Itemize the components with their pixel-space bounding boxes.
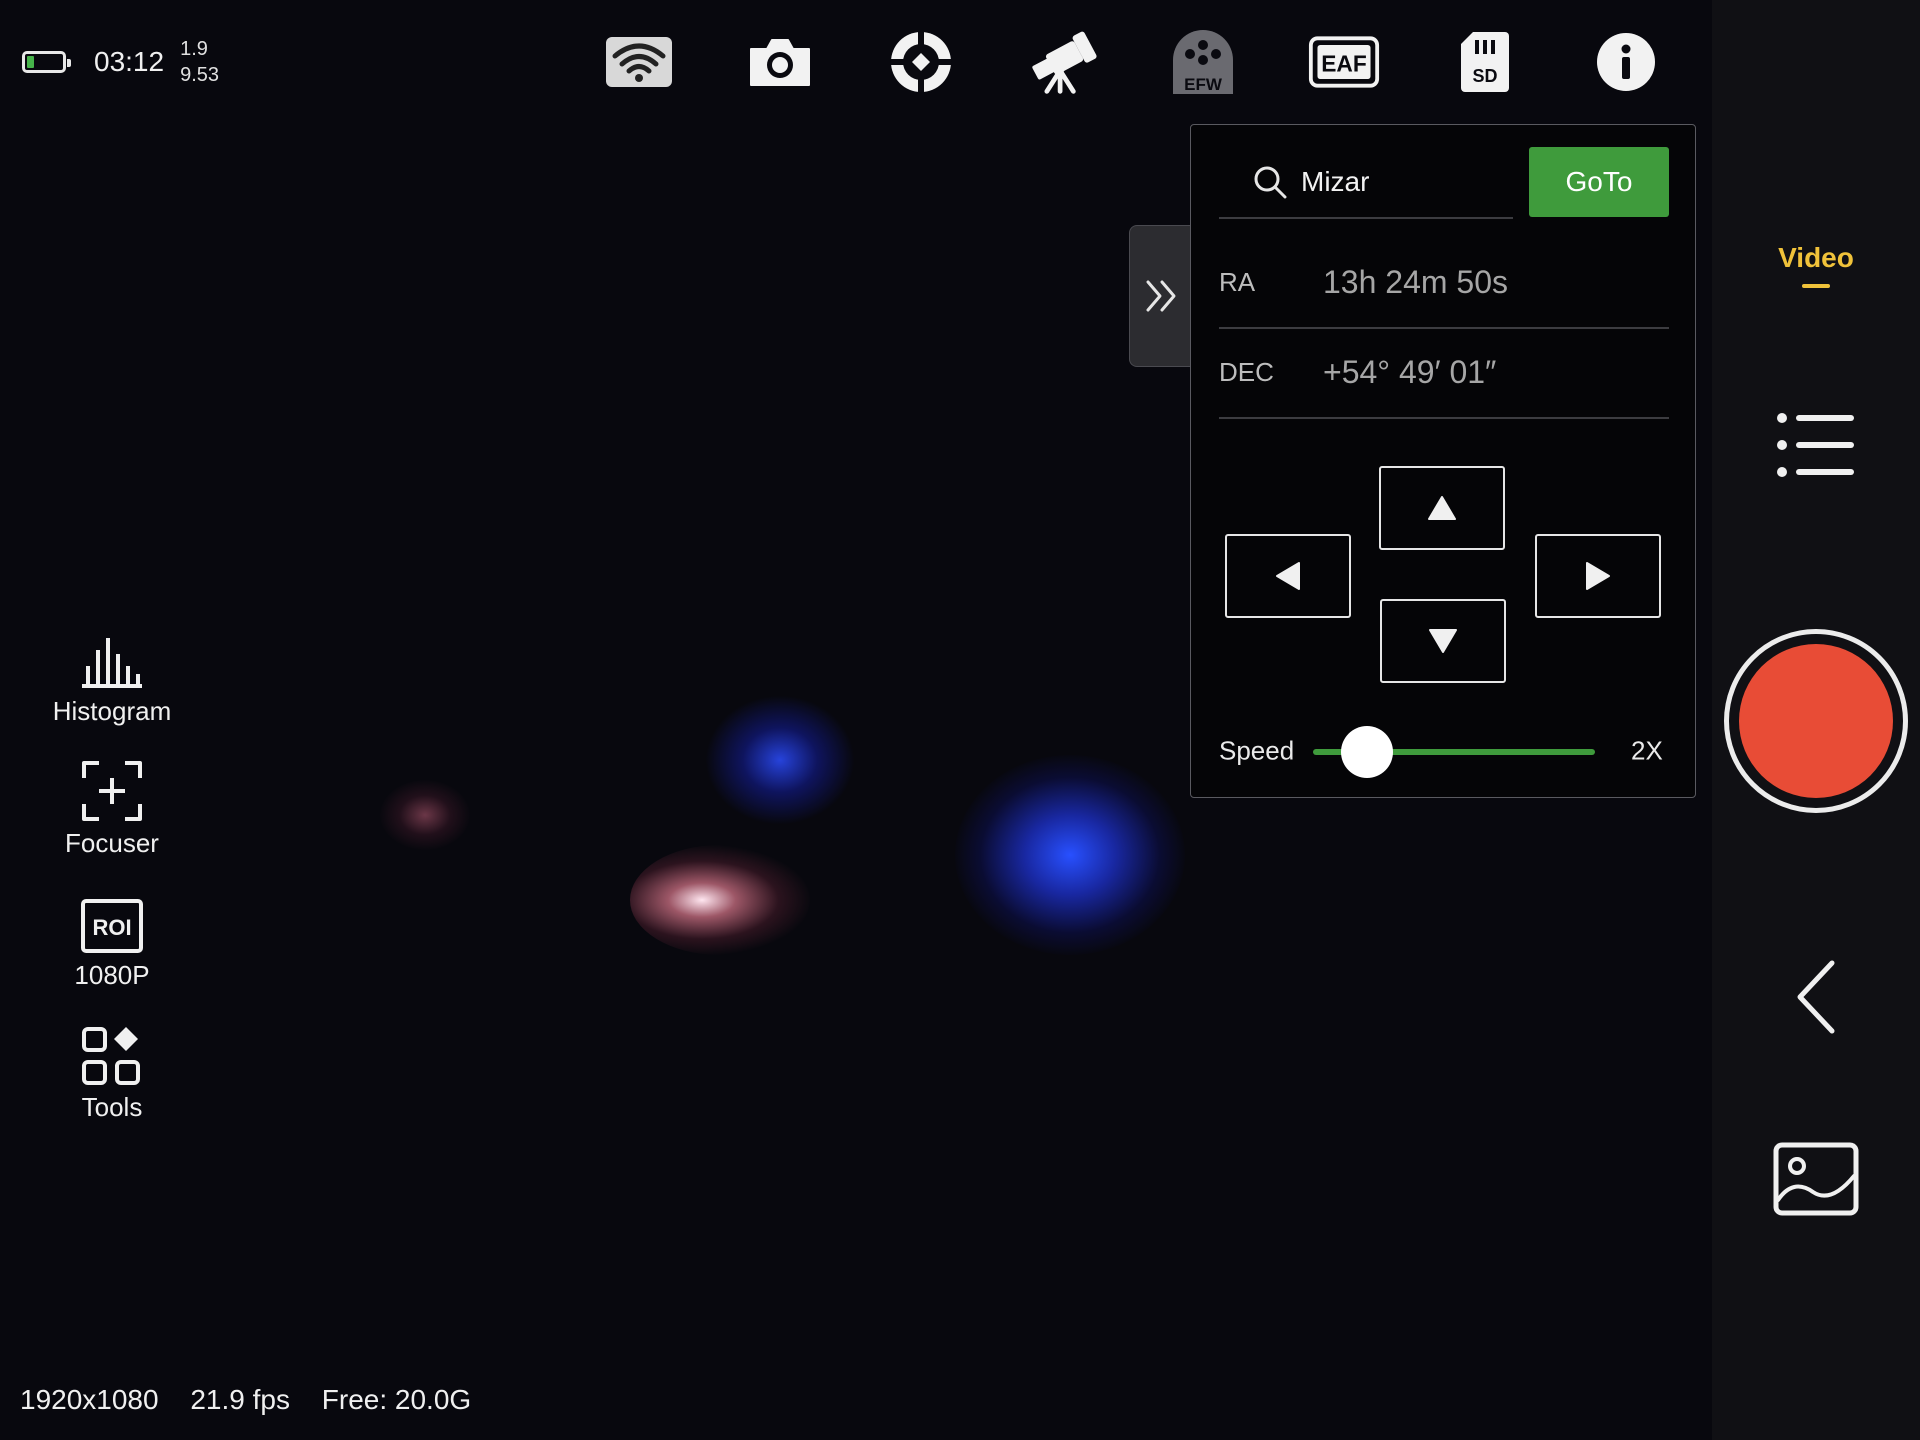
- mode-tab-video[interactable]: Video: [1712, 242, 1920, 288]
- filter-wheel-icon: EFW: [1173, 30, 1233, 94]
- camera-icon: [750, 39, 810, 86]
- focuser-icon: [82, 761, 142, 821]
- focuser-eaf-icon: EAF: [1308, 36, 1380, 88]
- dec-value[interactable]: +54° 49′ 01″: [1323, 354, 1496, 391]
- filter-wheel-button[interactable]: EFW: [1167, 28, 1239, 96]
- histogram-button[interactable]: Histogram: [40, 620, 184, 752]
- status-bar: 03:12 1.9 9.53: [22, 38, 219, 86]
- star-faint-red: [380, 780, 470, 850]
- search-field[interactable]: [1219, 147, 1513, 219]
- info-button[interactable]: [1590, 28, 1662, 96]
- histogram-icon: [82, 638, 142, 688]
- eaf-button[interactable]: EAF: [1308, 28, 1380, 96]
- sd-card-icon: SD: [1461, 32, 1509, 92]
- battery-level: [27, 56, 34, 68]
- record-button[interactable]: [1724, 629, 1908, 813]
- star-blue-small: [705, 695, 855, 825]
- arrow-right-icon: [1586, 562, 1610, 590]
- focuser-button[interactable]: Focuser: [40, 752, 184, 884]
- slew-down-button[interactable]: [1380, 599, 1506, 683]
- speed-slider-thumb[interactable]: [1340, 726, 1393, 778]
- tools-grid-icon: [82, 1027, 140, 1085]
- roi-label: 1080P: [74, 960, 150, 990]
- mode-underline: [1802, 284, 1830, 288]
- goto-button[interactable]: GoTo: [1529, 147, 1669, 217]
- sd-card-button[interactable]: SD: [1449, 28, 1521, 96]
- free-space-text: Free: 20.0G: [321, 1384, 472, 1415]
- speed-label: Speed: [1219, 735, 1295, 766]
- wifi-icon: [606, 37, 672, 87]
- slew-up-button[interactable]: [1379, 466, 1505, 550]
- ra-row: RA 13h 24m 50s: [1219, 237, 1669, 329]
- gallery-button[interactable]: [1712, 1142, 1920, 1216]
- efw-label: EFW: [1184, 75, 1223, 94]
- stat-bottom: 9.53: [180, 64, 220, 86]
- arrow-left-icon: [1276, 562, 1300, 590]
- eaf-label: EAF: [1321, 50, 1367, 76]
- roi-badge: ROI: [92, 915, 131, 940]
- capture-stats: 1920x1080 21.9 fps Free: 20.0G: [20, 1384, 495, 1416]
- telescope-icon: [1032, 31, 1097, 94]
- histogram-label: Histogram: [52, 696, 172, 726]
- slew-left-button[interactable]: [1225, 534, 1351, 618]
- fps-text: 21.9 fps: [190, 1384, 290, 1415]
- roi-button[interactable]: ROI 1080P: [40, 884, 184, 1016]
- telescope-button[interactable]: [1026, 28, 1098, 96]
- speed-slider[interactable]: [1313, 726, 1595, 778]
- info-icon: [1597, 33, 1655, 91]
- stat-top: 1.9: [180, 38, 208, 60]
- guide-button[interactable]: [885, 28, 957, 96]
- ra-value[interactable]: 13h 24m 50s: [1323, 264, 1508, 301]
- goto-panel: GoTo RA 13h 24m 50s DEC +54° 49′ 01″ Spe…: [1190, 124, 1696, 798]
- roi-icon: ROI: [81, 899, 143, 953]
- search-icon: [1254, 166, 1287, 199]
- ra-label: RA: [1219, 266, 1256, 297]
- guide-crosshair-icon: [891, 32, 951, 92]
- star-blue-large: [955, 755, 1185, 955]
- slew-right-button[interactable]: [1535, 534, 1661, 618]
- menu-button[interactable]: [1712, 412, 1920, 478]
- speed-value: 2X: [1631, 735, 1663, 766]
- dec-row: DEC +54° 49′ 01″: [1219, 327, 1669, 419]
- resolution-text: 1920x1080: [20, 1384, 159, 1415]
- clock: 03:12: [94, 46, 165, 77]
- sd-label: SD: [1472, 66, 1497, 86]
- chevron-left-icon: [1797, 960, 1835, 1034]
- double-chevron-right-icon: [1146, 280, 1176, 312]
- focuser-label: Focuser: [65, 828, 159, 858]
- gallery-icon: [1773, 1142, 1859, 1216]
- record-indicator: [1739, 644, 1893, 798]
- side-tools: Histogram Focuser ROI 1080P Tools: [40, 620, 184, 1148]
- wifi-button[interactable]: [603, 28, 675, 96]
- tools-button[interactable]: Tools: [40, 1016, 184, 1148]
- battery-icon: [22, 51, 71, 73]
- dec-label: DEC: [1219, 356, 1274, 387]
- arrow-down-icon: [1429, 629, 1457, 653]
- search-input[interactable]: [1301, 166, 1501, 198]
- collapse-panel-button[interactable]: [1129, 225, 1194, 367]
- status-stats: 1.9 9.53: [180, 36, 219, 88]
- camera-button[interactable]: [744, 28, 816, 96]
- arrow-up-icon: [1428, 496, 1456, 520]
- list-menu-icon: [1777, 413, 1854, 477]
- tools-label: Tools: [81, 1092, 143, 1122]
- back-button[interactable]: [1712, 960, 1920, 1034]
- star-white-pink: [630, 845, 810, 955]
- mode-label: Video: [1778, 242, 1854, 273]
